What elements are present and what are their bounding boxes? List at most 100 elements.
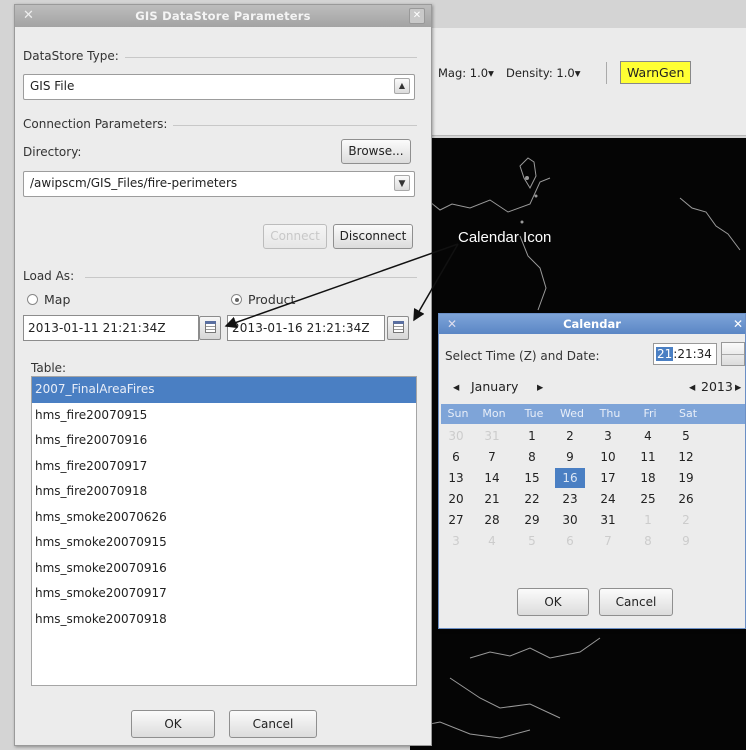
gis-datastore-dialog: ✕ GIS DataStore Parameters ✕ DataStore T… [14,4,432,746]
close-icon[interactable]: ✕ [409,8,425,24]
directory-select[interactable]: /awipscm/GIS_Files/fire-perimeters ▼ [23,171,415,197]
time-label: Select Time (Z) and Date: [445,349,600,363]
datastore-type-label: DataStore Type: [23,49,119,63]
prev-month-icon[interactable]: ◂ [453,379,459,394]
density-menu[interactable]: Density: 1.0▾ [506,66,580,80]
calendar-day[interactable]: 7 [477,447,507,467]
calendar-day[interactable]: 17 [593,468,623,488]
disconnect-button[interactable]: Disconnect [333,224,413,249]
weekday-label: Wed [560,407,584,420]
calendar-day[interactable]: 1 [633,510,663,530]
calendar-day[interactable]: 26 [671,489,701,509]
calendar-icon [205,321,216,333]
calendar-day[interactable]: 2 [671,510,701,530]
next-year-icon[interactable]: ▸ [735,379,741,394]
calendar-day[interactable]: 30 [555,510,585,530]
calendar-day[interactable]: 18 [633,468,663,488]
close-icon[interactable]: ✕ [733,314,743,334]
table-row[interactable]: 2007_FinalAreaFires [32,377,416,403]
product-radio[interactable]: Product [231,292,295,307]
divider [173,125,417,126]
calendar-day[interactable]: 7 [593,531,623,551]
directory-label: Directory: [23,145,82,159]
calendar-day[interactable]: 5 [671,426,701,446]
start-calendar-button[interactable] [199,316,221,340]
window-menu-icon[interactable]: ✕ [23,5,34,27]
calendar-day[interactable]: 3 [593,426,623,446]
table-row[interactable]: hms_fire20070918 [32,479,416,505]
end-calendar-button[interactable] [387,316,409,340]
table-label: Table: [31,361,67,375]
table-list[interactable]: 2007_FinalAreaFires hms_fire20070915 hms… [31,376,417,686]
calendar-day[interactable]: 6 [555,531,585,551]
calendar-day[interactable]: 4 [477,531,507,551]
next-month-icon[interactable]: ▸ [537,379,543,394]
calendar-day[interactable]: 8 [633,531,663,551]
magnification-menu[interactable]: Mag: 1.0▾ [438,66,494,80]
calendar-day[interactable]: 23 [555,489,585,509]
calendar-icon [393,321,404,333]
time-field[interactable]: 21:21:34 [653,343,717,365]
calendar-day[interactable]: 22 [517,489,547,509]
calendar-day[interactable]: 31 [477,426,507,446]
datastore-type-select[interactable]: GIS File ▲ [23,74,415,100]
end-time-field[interactable]: 2013-01-16 21:21:34Z [227,315,385,341]
calendar-day[interactable]: 30 [441,426,471,446]
calendar-day[interactable]: 9 [671,531,701,551]
calendar-day[interactable]: 15 [517,468,547,488]
calendar-day[interactable]: 14 [477,468,507,488]
map-radio[interactable]: Map [27,292,70,307]
time-spinner[interactable] [721,342,745,366]
window-menu-icon[interactable]: ✕ [447,314,457,334]
calendar-day[interactable]: 3 [441,531,471,551]
calendar-day[interactable]: 21 [477,489,507,509]
connection-parameters-label: Connection Parameters: [23,117,168,131]
calendar-day[interactable]: 5 [517,531,547,551]
weekday-label: Thu [599,407,621,420]
calendar-day[interactable]: 2 [555,426,585,446]
table-row[interactable]: hms_fire20070917 [32,454,416,480]
calendar-icon-annotation: Calendar Icon [458,229,552,246]
table-row[interactable]: hms_smoke20070915 [32,530,416,556]
calendar-day[interactable]: 16 [555,468,585,488]
prev-year-icon[interactable]: ◂ [689,379,695,394]
connect-button[interactable]: Connect [263,224,327,249]
browse-button[interactable]: Browse... [341,139,411,164]
calendar-day[interactable]: 12 [671,447,701,467]
calendar-titlebar[interactable]: ✕ Calendar ✕ [439,314,745,334]
calendar-day[interactable]: 31 [593,510,623,530]
start-time-field[interactable]: 2013-01-11 21:21:34Z [23,315,199,341]
background-toolbar: Mag: 1.0▾ Density: 1.0▾ WarnGen [410,28,746,136]
cancel-button[interactable]: Cancel [229,710,317,738]
calendar-day[interactable]: 20 [441,489,471,509]
calendar-day[interactable]: 6 [441,447,471,467]
table-row[interactable]: hms_smoke20070917 [32,581,416,607]
calendar-day[interactable]: 4 [633,426,663,446]
calendar-day[interactable]: 9 [555,447,585,467]
calendar-day[interactable]: 10 [593,447,623,467]
calendar-day[interactable]: 13 [441,468,471,488]
calendar-day[interactable]: 28 [477,510,507,530]
table-row[interactable]: hms_fire20070915 [32,403,416,429]
calendar-day[interactable]: 19 [671,468,701,488]
calendar-day[interactable]: 11 [633,447,663,467]
table-row[interactable]: hms_smoke20070626 [32,505,416,531]
table-row[interactable]: hms_smoke20070918 [32,607,416,633]
warngen-button[interactable]: WarnGen [620,61,692,84]
datastore-type-value: GIS File [30,79,75,93]
calendar-day[interactable]: 25 [633,489,663,509]
weekday-label: Tue [524,407,544,420]
ok-button[interactable]: OK [131,710,215,738]
calendar-day[interactable]: 24 [593,489,623,509]
table-row[interactable]: hms_smoke20070916 [32,556,416,582]
calendar-day[interactable]: 1 [517,426,547,446]
calendar-day[interactable]: 27 [441,510,471,530]
calendar-dialog: ✕ Calendar ✕ Select Time (Z) and Date: 2… [438,313,746,629]
calendar-day[interactable]: 8 [517,447,547,467]
divider [125,57,417,58]
calendar-day[interactable]: 29 [517,510,547,530]
calendar-cancel-button[interactable]: Cancel [599,588,673,616]
gis-dialog-titlebar[interactable]: ✕ GIS DataStore Parameters ✕ [15,5,431,27]
table-row[interactable]: hms_fire20070916 [32,428,416,454]
calendar-ok-button[interactable]: OK [517,588,589,616]
